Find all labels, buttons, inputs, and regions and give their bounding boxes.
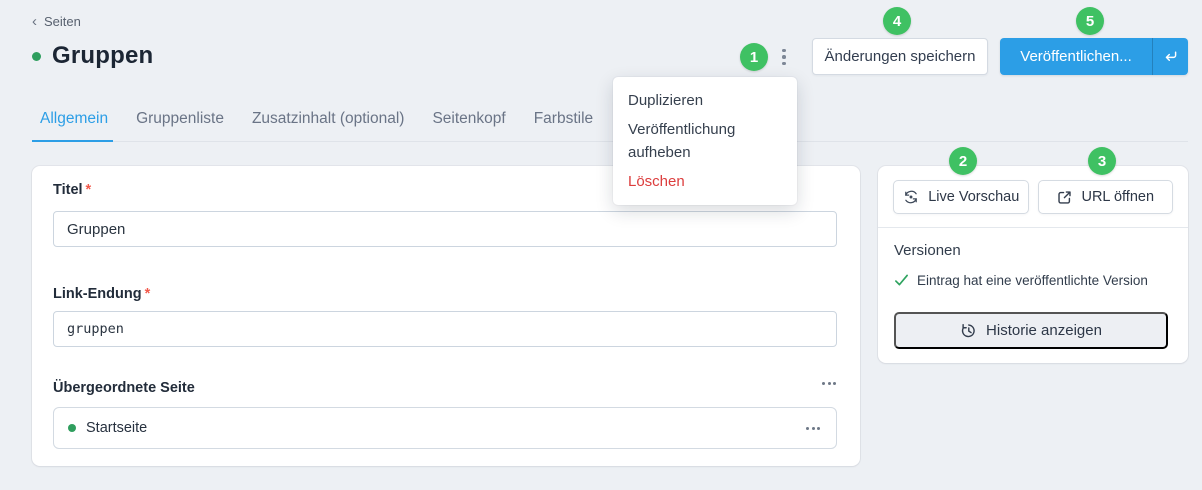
parent-page-item[interactable]: Startseite xyxy=(53,407,837,449)
chevron-left-icon: ‹ xyxy=(32,13,37,30)
kebab-menu-icon[interactable] xyxy=(778,45,790,69)
title-field-label: Titel * xyxy=(53,182,92,198)
breadcrumb-label: Seiten xyxy=(44,14,81,29)
title-input[interactable] xyxy=(53,211,837,247)
version-status-text: Eintrag hat eine veröffentlichte Version xyxy=(917,273,1148,288)
parent-item-actions-ellipsis-icon[interactable] xyxy=(804,423,822,434)
sidebar-actions: Live Vorschau URL öffnen xyxy=(893,180,1173,214)
live-preview-icon xyxy=(905,190,918,204)
return-key-icon[interactable] xyxy=(1153,38,1188,75)
slug-field-label: Link-Endung * xyxy=(53,286,151,302)
menu-item-duplicate[interactable]: Duplizieren xyxy=(613,86,797,115)
version-status: Eintrag hat eine veröffentlichte Version xyxy=(894,273,1148,288)
annotation-badge-2: 2 xyxy=(949,147,977,175)
versions-section-title: Versionen xyxy=(894,242,961,259)
live-preview-label: Live Vorschau xyxy=(928,189,1020,205)
page-title: Gruppen xyxy=(52,42,154,69)
parent-field-actions-ellipsis-icon[interactable] xyxy=(820,378,838,389)
tab-bar: Allgemein Gruppenliste Zusatzinhalt (opt… xyxy=(32,103,1188,142)
show-history-button[interactable]: Historie anzeigen xyxy=(894,312,1168,349)
cms-entry-edit-page: ‹ Seiten Gruppen Änderungen speichern Ve… xyxy=(0,0,1202,490)
slug-input[interactable] xyxy=(53,311,837,347)
main-form-card: Titel* Link-Endung* Übergeordnete Seite … xyxy=(32,166,860,466)
publish-button-label: Veröffentlichen... xyxy=(1020,48,1132,65)
published-status-dot-icon xyxy=(68,424,76,432)
published-status-dot-icon xyxy=(32,51,41,61)
breadcrumb[interactable]: ‹ Seiten xyxy=(32,14,81,29)
annotation-badge-5: 5 xyxy=(1076,7,1104,35)
annotation-badge-3: 3 xyxy=(1088,147,1116,175)
annotation-badge-1: 1 xyxy=(740,43,768,71)
annotation-badge-4: 4 xyxy=(883,7,911,35)
tab-gruppenliste[interactable]: Gruppenliste xyxy=(134,103,226,141)
sidebar-divider xyxy=(878,227,1188,228)
live-preview-button[interactable]: Live Vorschau xyxy=(893,180,1029,214)
save-changes-button[interactable]: Änderungen speichern xyxy=(812,38,988,75)
history-icon xyxy=(961,324,975,338)
parent-page-item-label: Startseite xyxy=(86,420,148,436)
open-url-label: URL öffnen xyxy=(1081,189,1155,205)
checkmark-icon xyxy=(895,274,908,286)
sidebar-card: Live Vorschau URL öffnen Versionen Eintr… xyxy=(878,166,1188,363)
required-asterisk: * xyxy=(85,182,92,198)
publish-button[interactable]: Veröffentlichen... xyxy=(1000,38,1188,75)
tab-farbstile[interactable]: Farbstile xyxy=(532,103,595,141)
external-link-icon xyxy=(1058,190,1072,204)
required-asterisk: * xyxy=(144,286,151,302)
title-row: Gruppen xyxy=(32,42,153,70)
tab-zusatzinhalt[interactable]: Zusatzinhalt (optional) xyxy=(250,103,407,141)
open-url-button[interactable]: URL öffnen xyxy=(1037,180,1173,214)
tab-allgemein[interactable]: Allgemein xyxy=(32,103,114,142)
tab-seitenkopf[interactable]: Seitenkopf xyxy=(430,103,507,141)
context-menu: Duplizieren Veröffentlichung aufheben Lö… xyxy=(613,77,797,205)
menu-item-delete[interactable]: Löschen xyxy=(613,167,797,196)
menu-item-unpublish[interactable]: Veröffentlichung aufheben xyxy=(613,115,797,167)
parent-page-field-label: Übergeordnete Seite xyxy=(53,380,195,396)
show-history-label: Historie anzeigen xyxy=(986,322,1102,339)
